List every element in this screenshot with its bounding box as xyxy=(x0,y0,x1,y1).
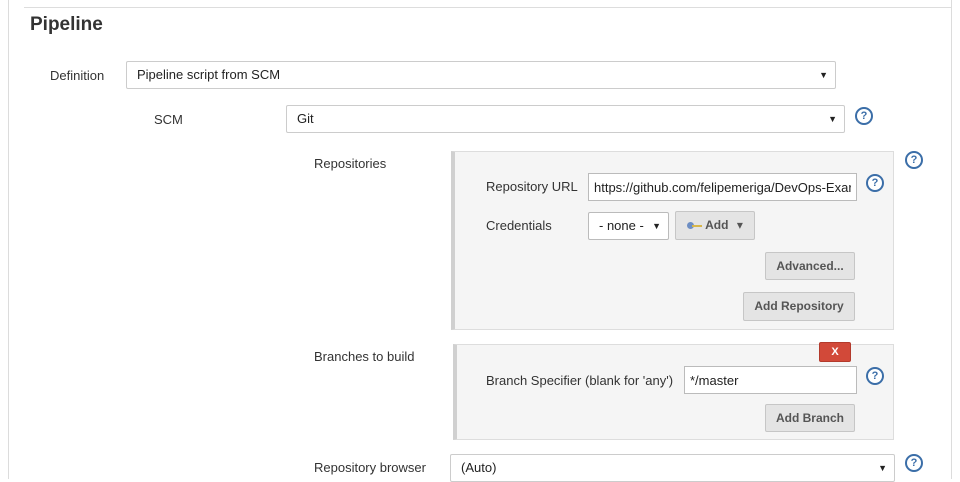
repository-browser-help-icon[interactable]: ? xyxy=(905,454,923,472)
repository-browser-select-value: (Auto) xyxy=(461,460,497,475)
branch-specifier-label: Branch Specifier (blank for 'any') xyxy=(486,373,674,388)
dropdown-arrow-icon: ▼ xyxy=(819,70,828,80)
key-icon xyxy=(687,221,703,231)
branch-specifier-input[interactable] xyxy=(684,366,857,394)
branches-label: Branches to build xyxy=(314,349,415,364)
definition-label: Definition xyxy=(50,68,105,83)
delete-branch-button[interactable]: X xyxy=(819,342,851,362)
scm-help-icon[interactable]: ? xyxy=(855,107,873,125)
section-divider xyxy=(24,7,951,8)
advanced-button[interactable]: Advanced... xyxy=(765,252,855,280)
scm-select-value: Git xyxy=(297,111,314,126)
repository-browser-select[interactable]: (Auto) ▼ xyxy=(450,454,895,482)
add-credentials-button[interactable]: Add ▾ xyxy=(675,211,755,240)
add-branch-button[interactable]: Add Branch xyxy=(765,404,855,432)
panel-border-left xyxy=(8,0,9,479)
dropdown-arrow-icon: ▼ xyxy=(652,221,661,231)
repository-url-input[interactable] xyxy=(588,173,857,201)
credentials-select[interactable]: - none - ▼ xyxy=(588,212,669,240)
repositories-label: Repositories xyxy=(314,156,387,171)
definition-select-value: Pipeline script from SCM xyxy=(137,67,281,82)
credentials-label: Credentials xyxy=(486,218,552,233)
scm-select[interactable]: Git ▼ xyxy=(286,105,845,133)
panel-border-right xyxy=(951,0,952,479)
repository-browser-label: Repository browser xyxy=(314,460,426,475)
section-title: Pipeline xyxy=(30,14,103,35)
branch-specifier-help-icon[interactable]: ? xyxy=(866,367,884,385)
repositories-help-icon[interactable]: ? xyxy=(905,151,923,169)
credentials-select-value: - none - xyxy=(599,218,644,233)
caret-down-icon: ▾ xyxy=(736,218,743,232)
dropdown-arrow-icon: ▼ xyxy=(828,114,837,124)
dropdown-arrow-icon: ▼ xyxy=(878,463,887,473)
add-repository-button[interactable]: Add Repository xyxy=(743,292,855,321)
repository-url-help-icon[interactable]: ? xyxy=(866,174,884,192)
repository-url-label: Repository URL xyxy=(486,179,578,194)
scm-label: SCM xyxy=(154,112,183,127)
definition-select[interactable]: Pipeline script from SCM ▼ xyxy=(126,61,836,89)
add-credentials-label: Add xyxy=(705,218,729,232)
